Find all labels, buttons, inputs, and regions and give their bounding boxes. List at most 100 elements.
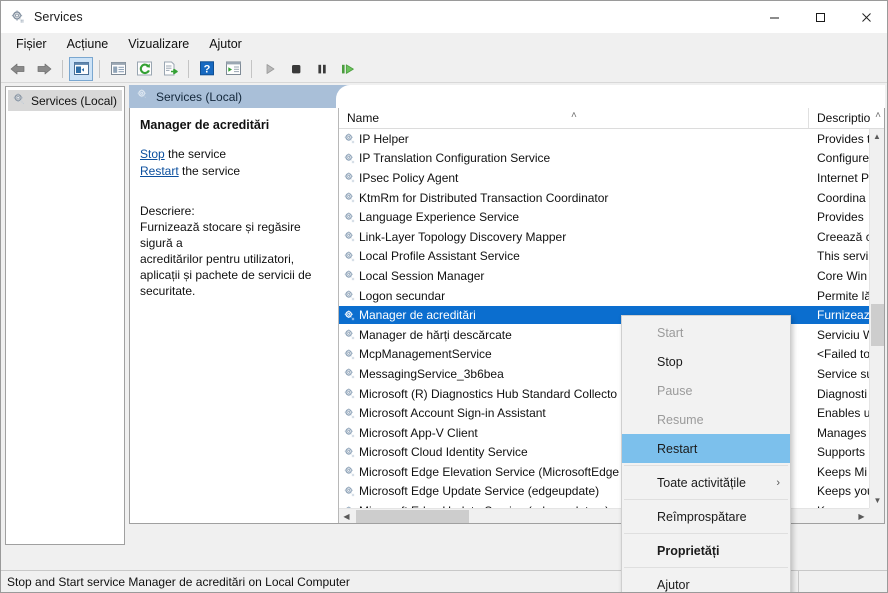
table-row[interactable]: Microsoft (R) Diagnostics Hub Standard C… [339,384,884,404]
table-row[interactable]: IP Helper Provides t [339,129,884,149]
service-name-label: Microsoft Edge Update Service (edgeupdat… [359,484,600,499]
service-description-label: Keeps Mi [817,464,868,479]
table-row[interactable]: MessagingService_3b6bea Service su [339,364,884,384]
context-menu: Start Stop Pause Resume Restart Toate activit… [621,315,791,592]
tree-item-services-local[interactable]: Services (Local) [8,90,122,111]
service-gear-icon [343,132,356,145]
table-row[interactable]: Local Session Manager Core Win [339,266,884,286]
minimize-button[interactable] [751,1,797,33]
refresh-icon[interactable] [132,57,156,81]
table-row[interactable]: Local Profile Assistant Service This serv… [339,247,884,267]
service-description-label: Service su [817,366,874,381]
stop-service-line: Stop the service [140,146,326,162]
description-line-1: Furnizează stocare și regăsire sigură a [140,220,301,250]
horizontal-scroll-thumb[interactable] [356,510,469,523]
restart-service-icon[interactable] [336,57,360,81]
stop-service-link[interactable]: Stop [140,147,165,161]
table-row[interactable]: IP Translation Configuration Service Conf… [339,149,884,169]
description-label: Descriere: [140,204,195,218]
table-row[interactable]: McpManagementService <Failed to [339,345,884,365]
menu-item-label: Restart [657,441,698,456]
ctx-all-tasks[interactable]: Toate activitățile › [622,468,790,497]
column-header-name[interactable]: Name ˄ [339,108,809,128]
close-button[interactable] [843,1,887,33]
properties-icon[interactable] [221,57,245,81]
table-row[interactable]: Link-Layer Topology Discovery Mapper Cree… [339,227,884,247]
ctx-help[interactable]: Ajutor [622,570,790,592]
service-gear-icon [343,230,356,243]
table-row[interactable]: Microsoft Edge Update Service (edgeupdat… [339,501,884,508]
maximize-button[interactable] [797,1,843,33]
stop-service-icon[interactable] [284,57,308,81]
service-name-label: Manager de acreditări [359,308,476,323]
tree-item-label: Services (Local) [31,93,118,108]
service-gear-icon [343,250,356,263]
table-row[interactable]: Logon secundar Permite lă [339,286,884,306]
service-description-label: Enables u [817,406,871,421]
menu-separator [624,567,788,568]
table-row[interactable]: IPsec Policy Agent Internet P [339,168,884,188]
service-description-label: <Failed to [817,347,871,362]
service-description-label: Coordina [817,190,866,205]
pane-header-title-area: Services (Local) [129,85,336,108]
menu-item-label: Reîmprospătare [657,509,747,524]
service-name-cell: Local Profile Assistant Service [339,247,809,265]
ctx-refresh[interactable]: Reîmprospătare [622,502,790,531]
service-gear-icon [343,465,356,478]
services-gear-icon [10,9,26,25]
service-description-label: Provides t [817,131,871,146]
export-list-icon[interactable] [158,57,182,81]
window-title: Services [34,10,83,24]
service-name-cell: Local Session Manager [339,267,809,285]
scroll-right-icon[interactable]: ▶ [854,509,869,523]
ctx-restart[interactable]: Restart [622,434,790,463]
ctx-properties[interactable]: Proprietăți [622,536,790,565]
help-icon[interactable]: ? [195,57,219,81]
vertical-scroll-thumb[interactable] [871,304,884,346]
table-row[interactable]: Microsoft App-V Client Manages [339,423,884,443]
table-row[interactable]: Manager de acreditări Furnizeaz [339,305,884,325]
start-service-icon[interactable] [258,57,282,81]
column-header-description[interactable]: Descriptio ˄ [809,108,884,128]
service-name-cell: IPsec Policy Agent [339,169,809,187]
service-name-label: Microsoft (R) Diagnostics Hub Standard C… [359,386,618,401]
scroll-up-icon[interactable]: ▲ [870,129,884,144]
status-segment-3 [799,571,887,593]
table-row[interactable]: Language Experience Service Provides [339,207,884,227]
pause-service-icon[interactable] [310,57,334,81]
menu-file[interactable]: Fișier [7,35,56,53]
ctx-start: Start [622,318,790,347]
table-row[interactable]: KtmRm for Distributed Transaction Coordi… [339,188,884,208]
table-row[interactable]: Microsoft Edge Elevation Service (Micros… [339,462,884,482]
table-row[interactable]: Microsoft Edge Update Service (edgeupdat… [339,482,884,502]
service-name-label: IPsec Policy Agent [359,170,459,185]
service-name-cell: Link-Layer Topology Discovery Mapper [339,228,809,246]
chevron-right-icon: › [776,476,780,489]
service-name-cell: KtmRm for Distributed Transaction Coordi… [339,189,809,207]
description-line-2: acreditărilor pentru utilizatori, [140,252,295,266]
stop-service-suffix: the service [164,147,227,161]
service-detail-panel: Manager de acreditări Stop the service R… [130,108,339,523]
menu-view[interactable]: Vizualizare [119,35,198,53]
forward-icon[interactable] [32,57,56,81]
services-list-view: Name ˄ Descriptio ˄ IP Helper Provides tI… [339,108,884,523]
table-row[interactable]: Microsoft Account Sign-in Assistant Enabl… [339,403,884,423]
service-name-cell: Logon secundar [339,287,809,305]
menu-help[interactable]: Ajutor [200,35,251,53]
menu-action[interactable]: Acțiune [58,35,118,53]
table-row[interactable]: Microsoft Cloud Identity Service Supports [339,443,884,463]
ctx-stop[interactable]: Stop [622,347,790,376]
table-row[interactable]: Manager de hărți descărcate Serviciu W [339,325,884,345]
service-name-label: Microsoft Edge Elevation Service (Micros… [359,464,620,479]
service-name-label: Local Profile Assistant Service [359,249,520,264]
show-hide-action-pane-icon[interactable] [106,57,130,81]
restart-service-link[interactable]: Restart [140,164,179,178]
scroll-left-icon[interactable]: ◀ [339,509,354,523]
back-icon[interactable] [6,57,30,81]
service-name-label: IP Helper [359,131,409,146]
vertical-scrollbar[interactable]: ▲ ▼ [869,129,884,508]
scroll-down-icon[interactable]: ▼ [870,493,884,508]
menu-item-label: Resume [657,412,704,427]
show-hide-console-tree-icon[interactable] [69,56,93,81]
service-description-label: Creează c [817,229,872,244]
